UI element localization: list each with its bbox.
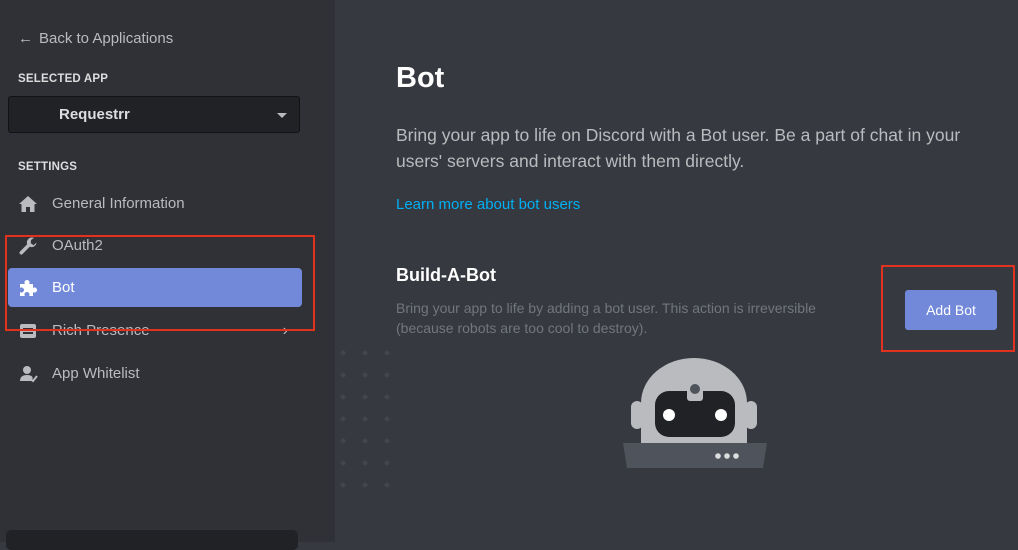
learn-more-link[interactable]: Learn more about bot users [396, 196, 580, 213]
sidebar-item-label: General Information [52, 195, 185, 212]
chevron-down-icon [277, 113, 287, 118]
home-icon [17, 193, 39, 215]
sidebar-item-label: App Whitelist [52, 365, 140, 382]
build-a-bot-description: Bring your app to life by adding a bot u… [396, 300, 816, 336]
user-panel [6, 530, 298, 550]
back-to-applications-link[interactable]: ← Back to Applications [18, 28, 173, 48]
settings-heading: SETTINGS [18, 161, 78, 173]
user-whitelist-icon [17, 363, 39, 385]
back-arrow-icon: ← [18, 29, 33, 47]
dot-grid-decoration [340, 350, 390, 488]
add-bot-highlight-box [881, 265, 1015, 352]
page-title: Bot [396, 62, 445, 94]
app-select-dropdown[interactable]: Requestrr [8, 96, 300, 133]
app-select-value: Requestrr [59, 106, 130, 123]
page-description: Bring your app to life on Discord with a… [396, 125, 961, 171]
sidebar-item-general-information[interactable]: General Information [8, 184, 302, 223]
sidebar-item-app-whitelist[interactable]: App Whitelist [8, 354, 302, 393]
bot-nav-highlight-box [5, 235, 315, 331]
selected-app-heading: SELECTED APP [18, 73, 109, 85]
build-a-bot-title: Build-A-Bot [396, 265, 496, 285]
back-link-label: Back to Applications [39, 29, 174, 47]
robot-illustration [623, 358, 767, 468]
